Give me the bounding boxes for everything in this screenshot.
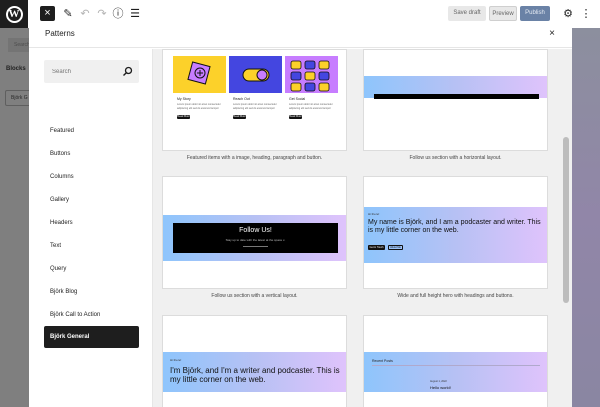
pattern-caption: Follow us section with a horizontal layo…	[409, 155, 502, 161]
category-gallery[interactable]: Gallery	[44, 189, 139, 211]
intro-kicker: Hi there!	[170, 358, 182, 362]
pattern-card-follow-horizontal[interactable]	[363, 49, 548, 151]
hero-button: About Me	[388, 245, 403, 250]
column-text: Lorem ipsum dolor sit amet consectetur a…	[233, 103, 277, 110]
category-buttons[interactable]: Buttons	[44, 143, 139, 165]
category-query[interactable]: Query	[44, 258, 139, 280]
hero-button: Get in Touch	[368, 245, 385, 250]
follow-text: Stay up to date with the latest at the s…	[225, 238, 286, 242]
hero-heading: My name is Björk, and I am a podcaster a…	[368, 219, 541, 234]
wordpress-icon[interactable]: W	[0, 0, 28, 28]
column-text: Lorem ipsum dolor sit amet consectetur a…	[289, 103, 333, 110]
column-image	[285, 56, 338, 93]
column-image	[229, 56, 282, 93]
pattern-caption: Wide and full height hero with headings …	[397, 293, 514, 299]
category-bjork-general[interactable]: Björk General	[44, 326, 139, 348]
column-button: Read More	[177, 115, 190, 119]
pattern-column: Get Social Lorem ipsum dolor sit amet co…	[285, 56, 338, 123]
pattern-card-intro[interactable]: Hi there! I'm Björk, and I'm a writer an…	[162, 315, 347, 407]
post-title: Hello world!	[430, 385, 451, 390]
column-title: My Story	[177, 97, 191, 101]
column-image	[173, 56, 226, 93]
modal-title: Patterns	[45, 29, 75, 38]
pattern-card-hero[interactable]: Hi there! My name is Björk, and I am a p…	[363, 176, 548, 289]
pattern-grid-scrollbar[interactable]	[563, 137, 569, 303]
search-icon[interactable]	[122, 66, 133, 77]
category-text[interactable]: Text	[44, 235, 139, 257]
pattern-column: Reach Out Lorem ipsum dolor sit amet con…	[229, 56, 282, 123]
pattern-preview-gradient: Recent Posts August 1, 2022 Hello world!	[364, 352, 547, 392]
category-headers[interactable]: Headers	[44, 212, 139, 234]
post-date: August 1, 2022	[430, 380, 447, 383]
column-button: Read More	[289, 115, 302, 119]
patterns-modal: Patterns × Featured Buttons Columns Gall…	[29, 21, 572, 407]
editor-canvas	[572, 28, 600, 407]
pattern-column: My Story Lorem ipsum dolor sit amet cons…	[173, 56, 226, 123]
category-columns[interactable]: Columns	[44, 166, 139, 188]
pattern-card-follow-vertical[interactable]: Follow Us! Stay up to date with the late…	[162, 176, 347, 289]
intro-heading: I'm Björk, and I'm a writer and podcaste…	[170, 366, 340, 384]
search-input[interactable]	[52, 60, 122, 83]
follow-divider	[243, 246, 268, 247]
tab-blocks[interactable]: Blocks	[6, 66, 26, 72]
publish-button[interactable]: Publish	[520, 6, 550, 21]
pattern-card-featured-items[interactable]: My Story Lorem ipsum dolor sit amet cons…	[162, 49, 347, 151]
follow-heading: Follow Us!	[239, 227, 272, 234]
pattern-search	[44, 60, 139, 83]
column-title: Reach Out	[233, 97, 250, 101]
modal-header: Patterns ×	[29, 21, 572, 48]
pattern-preview-gradient: Hi there! I'm Björk, and I'm a writer an…	[163, 352, 346, 392]
preview-button[interactable]: Preview	[489, 6, 517, 21]
pattern-caption: Follow us section with a vertical layout…	[211, 293, 298, 299]
pattern-card-recent-posts[interactable]: Recent Posts August 1, 2022 Hello world!	[363, 315, 548, 407]
close-icon[interactable]: ×	[546, 27, 558, 41]
recent-posts-title: Recent Posts	[372, 359, 393, 363]
pattern-preview-bar	[374, 94, 539, 99]
category-bjork-call-to-action[interactable]: Björk Call to Action	[44, 304, 139, 326]
pattern-caption: Featured items with a image, heading, pa…	[186, 155, 323, 161]
pattern-grid: My Story Lorem ipsum dolor sit amet cons…	[153, 49, 572, 407]
save-draft-button[interactable]: Save draft	[448, 6, 486, 21]
pattern-preview-black-panel: Follow Us! Stay up to date with the late…	[173, 223, 338, 253]
recent-posts-divider	[372, 365, 540, 366]
column-button: Read More	[233, 115, 246, 119]
more-vertical-icon[interactable]: ⋮	[578, 5, 594, 23]
close-icon[interactable]: ×	[40, 6, 55, 21]
category-featured[interactable]: Featured	[44, 120, 139, 142]
column-text: Lorem ipsum dolor sit amet consectetur a…	[177, 103, 221, 110]
category-bjork-blog[interactable]: Björk Blog	[44, 281, 139, 303]
pattern-categories-sidebar: Featured Buttons Columns Gallery Headers…	[29, 49, 153, 407]
hero-kicker: Hi there!	[368, 212, 380, 216]
pattern-preview-gradient: Hi there! My name is Björk, and I am a p…	[364, 207, 547, 263]
column-title: Get Social	[289, 97, 306, 101]
